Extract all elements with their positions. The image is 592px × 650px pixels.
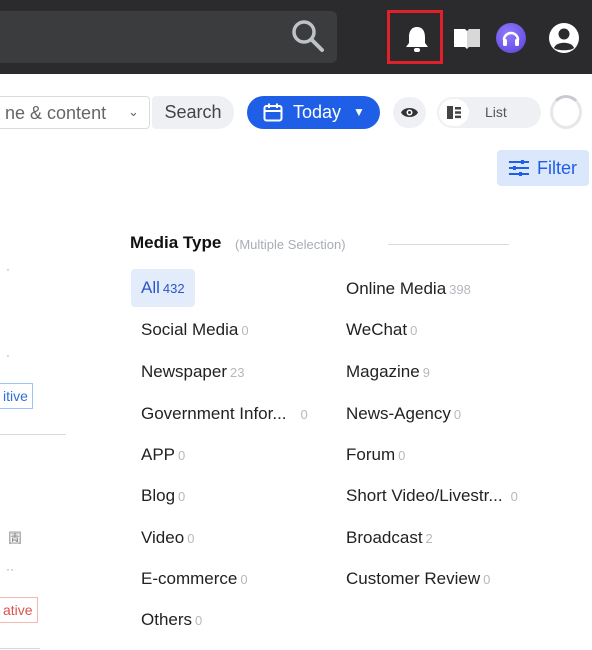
bell-icon — [406, 27, 428, 52]
media-type-option-news-agency[interactable]: News-Agency 0 — [346, 404, 461, 424]
media-type-option-online-media[interactable]: Online Media 398 — [346, 279, 471, 299]
media-type-option-wechat[interactable]: WeChat 0 — [346, 320, 417, 340]
media-type-subtitle: (Multiple Selection) — [235, 237, 346, 252]
media-type-option-social-media[interactable]: Social Media 0 — [141, 320, 249, 340]
media-type-option-others[interactable]: Others 0 — [141, 610, 202, 630]
truncated-mark: · — [6, 348, 10, 362]
media-type-option-forum[interactable]: Forum 0 — [346, 445, 405, 465]
media-type-option-magazine[interactable]: Magazine 9 — [346, 362, 430, 382]
chevron-down-icon: ⌄ — [128, 104, 139, 119]
list-view-button[interactable] — [439, 99, 469, 126]
notification-button[interactable] — [387, 10, 443, 64]
media-type-option-newspaper[interactable]: Newspaper 23 — [141, 362, 244, 382]
search-scope-value: ne & content — [5, 103, 107, 123]
date-range-button[interactable]: Today ▼ — [247, 96, 380, 129]
filter-label: Filter — [537, 158, 577, 178]
media-type-option-short-video[interactable]: Short Video/Livestr... 0 — [346, 486, 518, 506]
book-icon[interactable] — [453, 26, 481, 50]
media-type-option-e-commerce[interactable]: E-commerce 0 — [141, 569, 248, 589]
headset-icon[interactable] — [496, 23, 526, 53]
media-type-option-blog[interactable]: Blog 0 — [141, 486, 185, 506]
sentiment-tag-positive: itive — [0, 383, 33, 409]
list-divider — [0, 648, 40, 649]
search-scope-select[interactable]: ne & content ⌄ — [0, 96, 150, 129]
top-bar — [0, 0, 592, 74]
title-divider — [388, 244, 509, 245]
loading-spinner-icon — [550, 95, 582, 129]
date-range-label: Today — [293, 102, 342, 122]
media-type-option-customer-review[interactable]: Customer Review 0 — [346, 569, 490, 589]
calendar-icon — [263, 103, 283, 122]
preview-toggle-button[interactable] — [393, 97, 426, 128]
media-type-option-government[interactable]: Government Infor... 0 — [141, 404, 308, 424]
search-icon[interactable] — [290, 18, 326, 54]
list-divider — [0, 434, 66, 435]
truncated-mark: ·· — [6, 562, 14, 576]
media-type-option-video[interactable]: Video 0 — [141, 528, 194, 548]
sentiment-tag-negative: ative — [0, 597, 38, 623]
search-button[interactable]: Search — [152, 96, 234, 129]
list-icon — [447, 106, 461, 119]
view-mode-label: List — [485, 104, 507, 120]
eye-icon — [401, 108, 418, 117]
user-icon[interactable] — [548, 22, 580, 54]
media-type-option-app[interactable]: APP 0 — [141, 445, 185, 465]
truncated-mark: · — [6, 262, 10, 276]
filter-button[interactable]: Filter — [497, 150, 589, 186]
caret-down-icon: ▼ — [353, 105, 365, 119]
view-mode-toggle[interactable]: List — [437, 97, 541, 128]
global-search-box[interactable] — [0, 11, 337, 63]
media-type-option-all[interactable]: All 432 — [131, 269, 195, 307]
truncated-glyph: 圊 — [8, 530, 22, 546]
media-type-option-broadcast[interactable]: Broadcast 2 — [346, 528, 433, 548]
sliders-icon — [509, 160, 529, 176]
media-type-title: Media Type — [130, 233, 222, 252]
